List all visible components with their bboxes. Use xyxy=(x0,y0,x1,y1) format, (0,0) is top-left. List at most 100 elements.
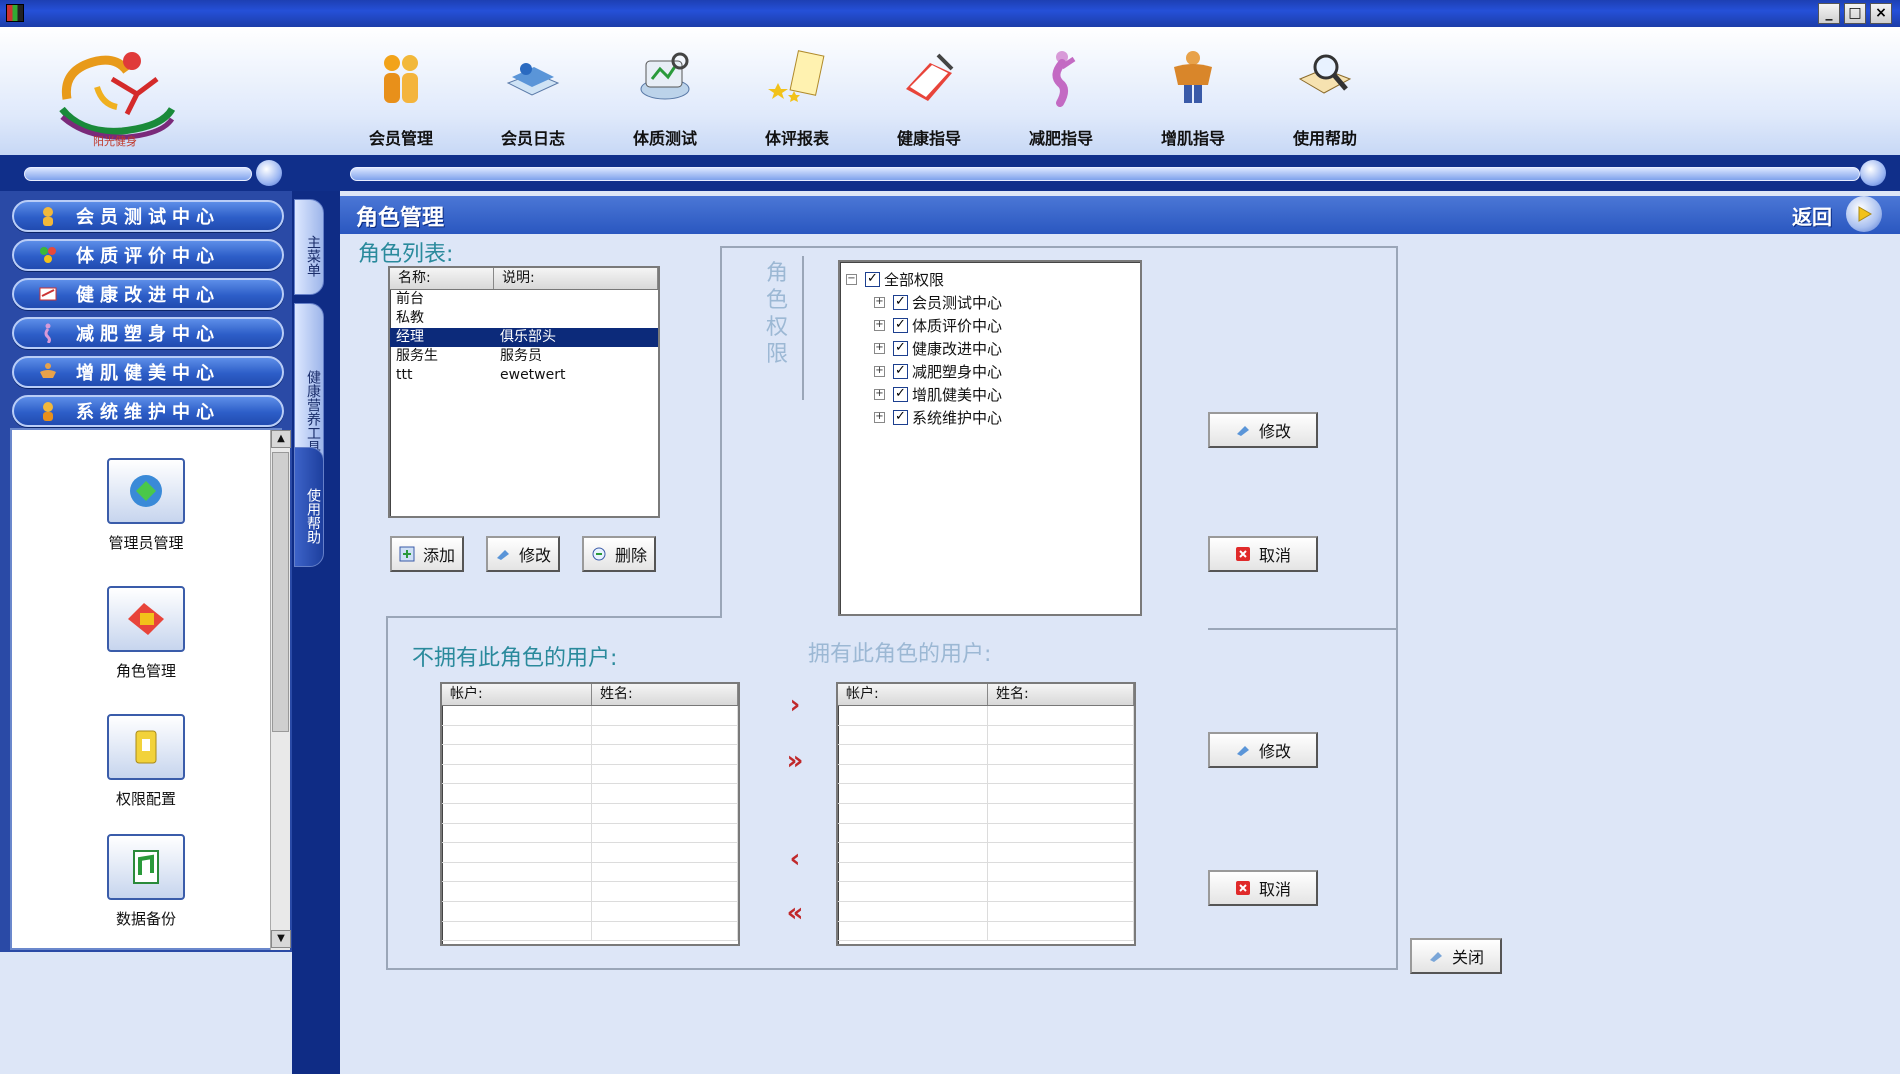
tree-node[interactable]: + ✓ 体质评价中心 xyxy=(846,314,1140,337)
tool-role-management[interactable]: 角色管理 xyxy=(66,586,226,681)
back-label[interactable]: 返回 xyxy=(1792,201,1832,230)
back-button[interactable] xyxy=(1846,196,1882,232)
tool-permission-config[interactable]: 权限配置 xyxy=(66,714,226,809)
cancel-users-button[interactable]: 取消 xyxy=(1208,870,1318,906)
cancel-permission-button[interactable]: 取消 xyxy=(1208,536,1318,572)
vtab-help[interactable]: 使用帮助 xyxy=(294,447,324,567)
nav-fitness-evaluation-center[interactable]: 体质评价中心 xyxy=(12,239,284,271)
toolbar-item-report[interactable]: 体评报表 xyxy=(742,49,852,159)
column-header-name[interactable]: 姓名: xyxy=(988,684,1134,705)
empty-grid-row[interactable] xyxy=(838,901,1134,922)
tool-admin-management[interactable]: 管理员管理 xyxy=(66,458,226,553)
empty-grid-row[interactable] xyxy=(442,862,738,883)
checkbox-checked-icon[interactable]: ✓ xyxy=(893,364,908,379)
edit-role-button[interactable]: 修改 xyxy=(486,536,560,572)
empty-grid-row[interactable] xyxy=(838,803,1134,824)
toolbar-item-members[interactable]: 会员管理 xyxy=(346,49,456,159)
close-button[interactable]: × xyxy=(1870,3,1892,24)
nav-health-improvement-center[interactable]: 健康改进中心 xyxy=(12,278,284,310)
vtab-main-menu[interactable]: 主菜单 xyxy=(294,199,324,295)
tree-node[interactable]: + ✓ 会员测试中心 xyxy=(846,291,1140,314)
expand-icon[interactable]: + xyxy=(874,320,885,331)
tree-node[interactable]: + ✓ 减肥塑身中心 xyxy=(846,360,1140,383)
empty-grid-row[interactable] xyxy=(442,764,738,785)
add-role-button[interactable]: 添加 xyxy=(390,536,464,572)
expand-icon[interactable]: + xyxy=(874,412,885,423)
checkbox-checked-icon[interactable]: ✓ xyxy=(893,295,908,310)
role-row[interactable]: 前台 xyxy=(390,290,658,309)
role-row[interactable]: 服务生 服务员 xyxy=(390,347,658,366)
empty-grid-row[interactable] xyxy=(838,823,1134,844)
minimize-button[interactable]: _ xyxy=(1818,3,1840,24)
empty-grid-row[interactable] xyxy=(442,784,738,804)
role-row-selected[interactable]: 经理 俱乐部头 xyxy=(390,328,658,347)
move-one-left-button[interactable]: ‹ xyxy=(770,844,820,874)
users-with-role-grid[interactable]: 帐户: 姓名: xyxy=(836,682,1136,946)
users-without-role-grid[interactable]: 帐户: 姓名: xyxy=(440,682,740,946)
column-header-account[interactable]: 帐户: xyxy=(442,684,592,705)
toolbar-item-health-guide[interactable]: 健康指导 xyxy=(874,49,984,159)
tree-node[interactable]: + ✓ 系统维护中心 xyxy=(846,406,1140,429)
column-header-name[interactable]: 姓名: xyxy=(592,684,738,705)
empty-grid-row[interactable] xyxy=(442,803,738,824)
move-one-right-button[interactable]: › xyxy=(770,690,820,720)
empty-grid-row[interactable] xyxy=(442,706,738,726)
checkbox-checked-icon[interactable]: ✓ xyxy=(893,410,908,425)
empty-grid-row[interactable] xyxy=(442,843,738,863)
tree-root[interactable]: − ✓ 全部权限 xyxy=(846,268,1140,291)
expand-icon[interactable]: + xyxy=(874,343,885,354)
nav-member-test-center[interactable]: 会员测试中心 xyxy=(12,200,284,232)
vertical-scrollbar[interactable]: ▲ ▼ xyxy=(270,430,291,950)
column-header-desc[interactable]: 说明: xyxy=(494,268,658,289)
permission-tree[interactable]: − ✓ 全部权限 + ✓ 会员测试中心 + ✓ 体质评价中心 + ✓ 健康改进中… xyxy=(838,260,1142,616)
empty-grid-row[interactable] xyxy=(442,745,738,765)
tree-node[interactable]: + ✓ 健康改进中心 xyxy=(846,337,1140,360)
checkbox-checked-icon[interactable]: ✓ xyxy=(865,272,880,287)
empty-grid-row[interactable] xyxy=(838,784,1134,804)
column-header-name[interactable]: 名称: xyxy=(390,268,494,289)
checkbox-checked-icon[interactable]: ✓ xyxy=(893,341,908,356)
empty-grid-row[interactable] xyxy=(838,862,1134,883)
role-row[interactable]: ttt ewetwert xyxy=(390,366,658,385)
empty-grid-row[interactable] xyxy=(838,745,1134,765)
toolbar-item-weight-loss[interactable]: 减肥指导 xyxy=(1006,49,1116,159)
toolbar-item-help[interactable]: 使用帮助 xyxy=(1270,49,1380,159)
tree-node[interactable]: + ✓ 增肌健美中心 xyxy=(846,383,1140,406)
scroll-up-button[interactable]: ▲ xyxy=(271,430,291,448)
empty-grid-row[interactable] xyxy=(838,843,1134,863)
nav-muscle-building-center[interactable]: 增肌健美中心 xyxy=(12,356,284,388)
column-header-account[interactable]: 帐户: xyxy=(838,684,988,705)
role-row[interactable]: 私教 xyxy=(390,309,658,328)
scroll-thumb[interactable] xyxy=(272,452,289,732)
collapse-icon[interactable]: − xyxy=(846,274,857,285)
edit-users-button[interactable]: 修改 xyxy=(1208,732,1318,768)
nav-system-maintenance-center[interactable]: 系统维护中心 xyxy=(12,395,284,427)
empty-grid-row[interactable] xyxy=(442,901,738,922)
checkbox-checked-icon[interactable]: ✓ xyxy=(893,387,908,402)
scroll-down-button[interactable]: ▼ xyxy=(271,930,291,948)
expand-icon[interactable]: + xyxy=(874,297,885,308)
close-page-button[interactable]: 关闭 xyxy=(1410,938,1502,974)
role-list[interactable]: 名称: 说明: 前台 私教 经理 俱乐部头 服务生 服务员 ttt ewetwe… xyxy=(388,266,660,518)
move-all-right-button[interactable]: » xyxy=(770,746,820,776)
move-all-left-button[interactable]: « xyxy=(770,898,820,928)
empty-grid-row[interactable] xyxy=(442,725,738,746)
tool-data-backup[interactable]: 数据备份 xyxy=(66,834,226,929)
empty-grid-row[interactable] xyxy=(442,882,738,902)
empty-grid-row[interactable] xyxy=(442,823,738,844)
toolbar-item-muscle-gain[interactable]: 增肌指导 xyxy=(1138,49,1248,159)
empty-grid-row[interactable] xyxy=(442,921,738,942)
edit-permission-button[interactable]: 修改 xyxy=(1208,412,1318,448)
toolbar-item-fitness-test[interactable]: 体质测试 xyxy=(610,49,720,159)
toolbar-item-member-log[interactable]: 会员日志 xyxy=(478,49,588,159)
checkbox-checked-icon[interactable]: ✓ xyxy=(893,318,908,333)
nav-weight-loss-center[interactable]: 减肥塑身中心 xyxy=(12,317,284,349)
empty-grid-row[interactable] xyxy=(838,764,1134,785)
delete-role-button[interactable]: 删除 xyxy=(582,536,656,572)
expand-icon[interactable]: + xyxy=(874,389,885,400)
expand-icon[interactable]: + xyxy=(874,366,885,377)
empty-grid-row[interactable] xyxy=(838,921,1134,942)
empty-grid-row[interactable] xyxy=(838,706,1134,726)
maximize-button[interactable]: □ xyxy=(1844,3,1866,24)
empty-grid-row[interactable] xyxy=(838,725,1134,746)
